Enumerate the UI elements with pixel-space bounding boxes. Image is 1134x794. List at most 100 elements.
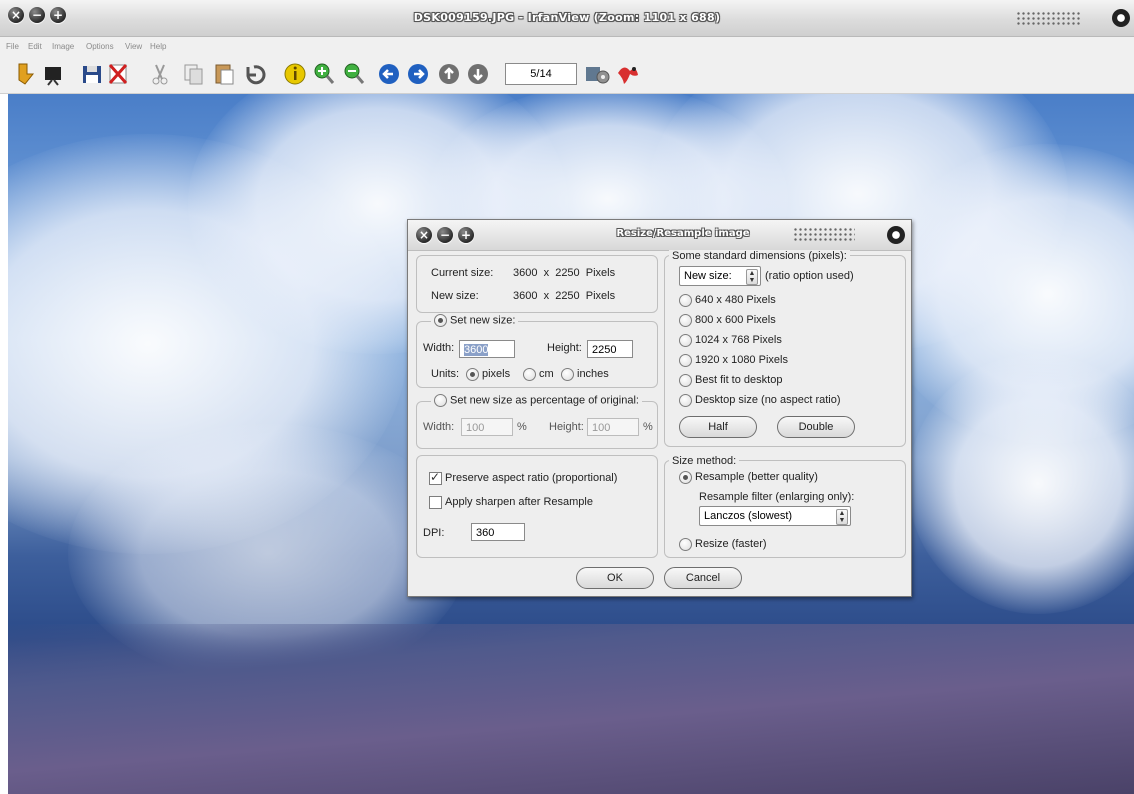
- save-icon[interactable]: [80, 61, 104, 87]
- percentage-group: Set new size as percentage of original: …: [416, 394, 658, 449]
- width-label: Width:: [423, 342, 455, 354]
- ok-button[interactable]: OK: [576, 567, 654, 589]
- percentage-legend[interactable]: Set new size as percentage of original:: [431, 394, 642, 407]
- dialog-close-icon[interactable]: ×: [416, 227, 432, 243]
- title-bar: × − + DSK009159.JPG - IrfanView (Zoom: 1…: [0, 0, 1134, 37]
- window-menu-orb-icon[interactable]: [1112, 9, 1130, 27]
- dropdown-arrow-icon: ▲ ▼: [746, 269, 758, 285]
- copy-icon[interactable]: [182, 61, 206, 87]
- units-inches-radio[interactable]: [561, 368, 574, 381]
- percent-height-input[interactable]: 100: [587, 418, 639, 436]
- zoom-out-icon[interactable]: [342, 61, 366, 87]
- resample-radio[interactable]: [679, 471, 692, 484]
- undo-icon[interactable]: [242, 61, 266, 87]
- sharpen-label: Apply sharpen after Resample: [445, 496, 593, 508]
- percent-width-input[interactable]: 100: [461, 418, 513, 436]
- preset-radio-desktop-size[interactable]: [679, 394, 692, 407]
- standard-dimensions-legend: Some standard dimensions (pixels):: [669, 250, 850, 262]
- menu-image[interactable]: Image: [52, 42, 74, 51]
- resample-filter-dropdown[interactable]: Lanczos (slowest) ▲ ▼: [699, 506, 851, 526]
- previous-icon[interactable]: [377, 61, 401, 87]
- next-icon[interactable]: [406, 61, 430, 87]
- units-cm-radio[interactable]: [523, 368, 536, 381]
- first-icon[interactable]: [437, 61, 461, 87]
- units-pixels-radio[interactable]: [466, 368, 479, 381]
- height-label: Height:: [547, 342, 582, 354]
- sharpen-checkbox[interactable]: [429, 496, 442, 509]
- open-folder-icon[interactable]: [14, 61, 38, 87]
- resample-label: Resample (better quality): [695, 471, 818, 483]
- preset-label-desktop-size: Desktop size (no aspect ratio): [695, 394, 841, 406]
- irfanview-logo-icon[interactable]: [614, 61, 638, 87]
- last-icon[interactable]: [466, 61, 490, 87]
- settings-icon[interactable]: [584, 61, 610, 87]
- standard-size-dropdown[interactable]: New size: ▲ ▼: [679, 266, 761, 286]
- delete-icon[interactable]: [106, 61, 130, 87]
- current-size-label: Current size:: [431, 267, 494, 279]
- units-pixels-label: pixels: [482, 368, 511, 380]
- preset-label-best-fit: Best fit to desktop: [695, 374, 783, 386]
- slideshow-icon[interactable]: [42, 61, 66, 87]
- percentage-label: Set new size as percentage of original:: [450, 394, 639, 407]
- current-size-value: 3600 x 2250 Pixels: [513, 267, 616, 279]
- filter-dropdown-arrow-icon: ▲ ▼: [836, 509, 848, 525]
- menu-bar: File Edit Image Options View Help: [0, 37, 1134, 57]
- units-inches-label: inches: [577, 368, 609, 380]
- dialog-title-bar: × − + Resize/Resample image: [408, 220, 911, 251]
- cancel-button[interactable]: Cancel: [664, 567, 742, 589]
- height-input[interactable]: 2250: [587, 340, 633, 358]
- preset-label-800: 800 x 600 Pixels: [695, 314, 776, 326]
- set-new-size-group: Set new size: Width: 3600 Height: 2250 U…: [416, 314, 658, 388]
- set-new-size-label: Set new size:: [450, 314, 516, 327]
- preset-radio-1920[interactable]: [679, 354, 692, 367]
- landscape: [8, 624, 1134, 794]
- preset-radio-640[interactable]: [679, 294, 692, 307]
- width-input[interactable]: 3600: [459, 340, 515, 358]
- menu-edit[interactable]: Edit: [28, 42, 42, 51]
- preset-radio-1024[interactable]: [679, 334, 692, 347]
- resample-filter-value: Lanczos (slowest): [704, 510, 793, 522]
- zoom-in-icon[interactable]: [312, 61, 336, 87]
- title-grip-icon: [1016, 11, 1082, 25]
- percent-height-unit: %: [643, 421, 653, 433]
- percent-height-label: Height:: [549, 421, 584, 433]
- toolbar: 5/14: [0, 57, 1134, 94]
- resize-radio[interactable]: [679, 538, 692, 551]
- options-group: Preserve aspect ratio (proportional) App…: [416, 455, 658, 558]
- dpi-input[interactable]: 360: [471, 523, 525, 541]
- percent-width-unit: %: [517, 421, 527, 433]
- double-button[interactable]: Double: [777, 416, 855, 438]
- ratio-note: (ratio option used): [765, 270, 854, 282]
- preset-radio-best-fit[interactable]: [679, 374, 692, 387]
- paste-icon[interactable]: [212, 61, 236, 87]
- half-button[interactable]: Half: [679, 416, 757, 438]
- info-icon[interactable]: [283, 61, 307, 87]
- width-input-value: 3600: [464, 344, 489, 356]
- menu-help[interactable]: Help: [150, 42, 166, 51]
- preset-label-1920: 1920 x 1080 Pixels: [695, 354, 788, 366]
- dialog-menu-orb-icon[interactable]: [887, 226, 905, 244]
- dialog-maximize-icon[interactable]: +: [458, 227, 474, 243]
- preserve-aspect-label: Preserve aspect ratio (proportional): [445, 472, 618, 484]
- menu-options[interactable]: Options: [86, 42, 114, 51]
- percentage-radio[interactable]: [434, 394, 447, 407]
- resize-label: Resize (faster): [695, 538, 767, 550]
- set-new-size-radio[interactable]: [434, 314, 447, 327]
- standard-dimensions-group: Some standard dimensions (pixels): New s…: [664, 250, 906, 447]
- new-size-label: New size:: [431, 290, 479, 302]
- dialog-minimize-icon[interactable]: −: [437, 227, 453, 243]
- cut-icon[interactable]: [148, 61, 172, 87]
- preserve-aspect-checkbox[interactable]: [429, 470, 442, 485]
- preset-label-640: 640 x 480 Pixels: [695, 294, 776, 306]
- set-new-size-legend[interactable]: Set new size:: [431, 314, 519, 327]
- page-counter: 5/14: [505, 63, 577, 85]
- menu-file[interactable]: File: [6, 42, 19, 51]
- menu-view[interactable]: View: [125, 42, 142, 51]
- size-method-legend: Size method:: [669, 455, 740, 467]
- units-label: Units:: [431, 368, 460, 380]
- resize-dialog: × − + Resize/Resample image Current size…: [407, 219, 912, 597]
- preset-radio-800[interactable]: [679, 314, 692, 327]
- preset-label-1024: 1024 x 768 Pixels: [695, 334, 782, 346]
- resample-filter-label: Resample filter (enlarging only):: [699, 491, 855, 503]
- dialog-title: Resize/Resample image: [616, 228, 750, 239]
